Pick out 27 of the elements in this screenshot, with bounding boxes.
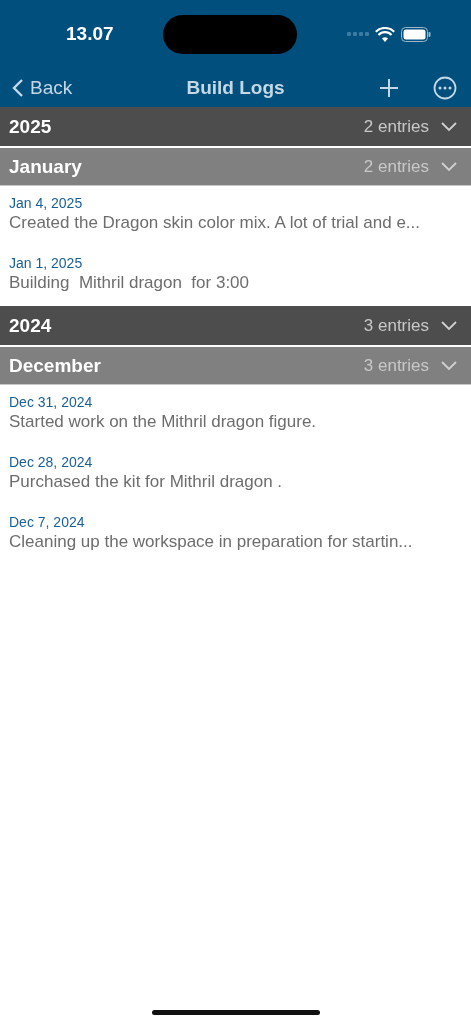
entry-date: Dec 28, 2024 bbox=[9, 454, 93, 470]
status-time: 13.07 bbox=[66, 23, 114, 45]
battery-icon bbox=[401, 26, 431, 42]
back-button[interactable]: Back bbox=[12, 76, 73, 99]
entry-date: Dec 31, 2024 bbox=[9, 394, 93, 410]
year-header[interactable]: 2025 2 entries bbox=[0, 107, 471, 146]
chevron-down-icon bbox=[441, 320, 457, 331]
page-title: Build Logs bbox=[186, 76, 285, 99]
entry-text: Cleaning up the workspace in preparation for startin... bbox=[9, 532, 413, 552]
back-chevron-icon bbox=[12, 77, 24, 98]
chevron-down-icon bbox=[441, 360, 457, 371]
signal-icon bbox=[347, 32, 369, 36]
year-header[interactable]: 2024 3 entries bbox=[0, 306, 471, 345]
entry-date: Jan 1, 2025 bbox=[9, 255, 83, 271]
more-icon[interactable] bbox=[433, 75, 457, 100]
entry-date: Dec 7, 2024 bbox=[9, 514, 85, 530]
entry-text: Created the Dragon skin color mix. A lot of trial and e... bbox=[9, 213, 421, 233]
chevron-down-icon bbox=[441, 121, 457, 132]
entry-date: Jan 4, 2025 bbox=[9, 195, 83, 211]
entry-text: Started work on the Mithril dragon figure. bbox=[9, 412, 317, 432]
entry-text: Building Mithril dragon for 3:00 bbox=[9, 273, 250, 293]
chevron-down-icon bbox=[441, 161, 457, 172]
month-header[interactable]: January 2 entries bbox=[0, 148, 471, 186]
wifi-icon bbox=[375, 26, 395, 42]
entry-text: Purchased the kit for Mithril dragon . bbox=[9, 472, 283, 492]
add-icon[interactable] bbox=[379, 77, 399, 98]
month-header[interactable]: December 3 entries bbox=[0, 347, 471, 385]
